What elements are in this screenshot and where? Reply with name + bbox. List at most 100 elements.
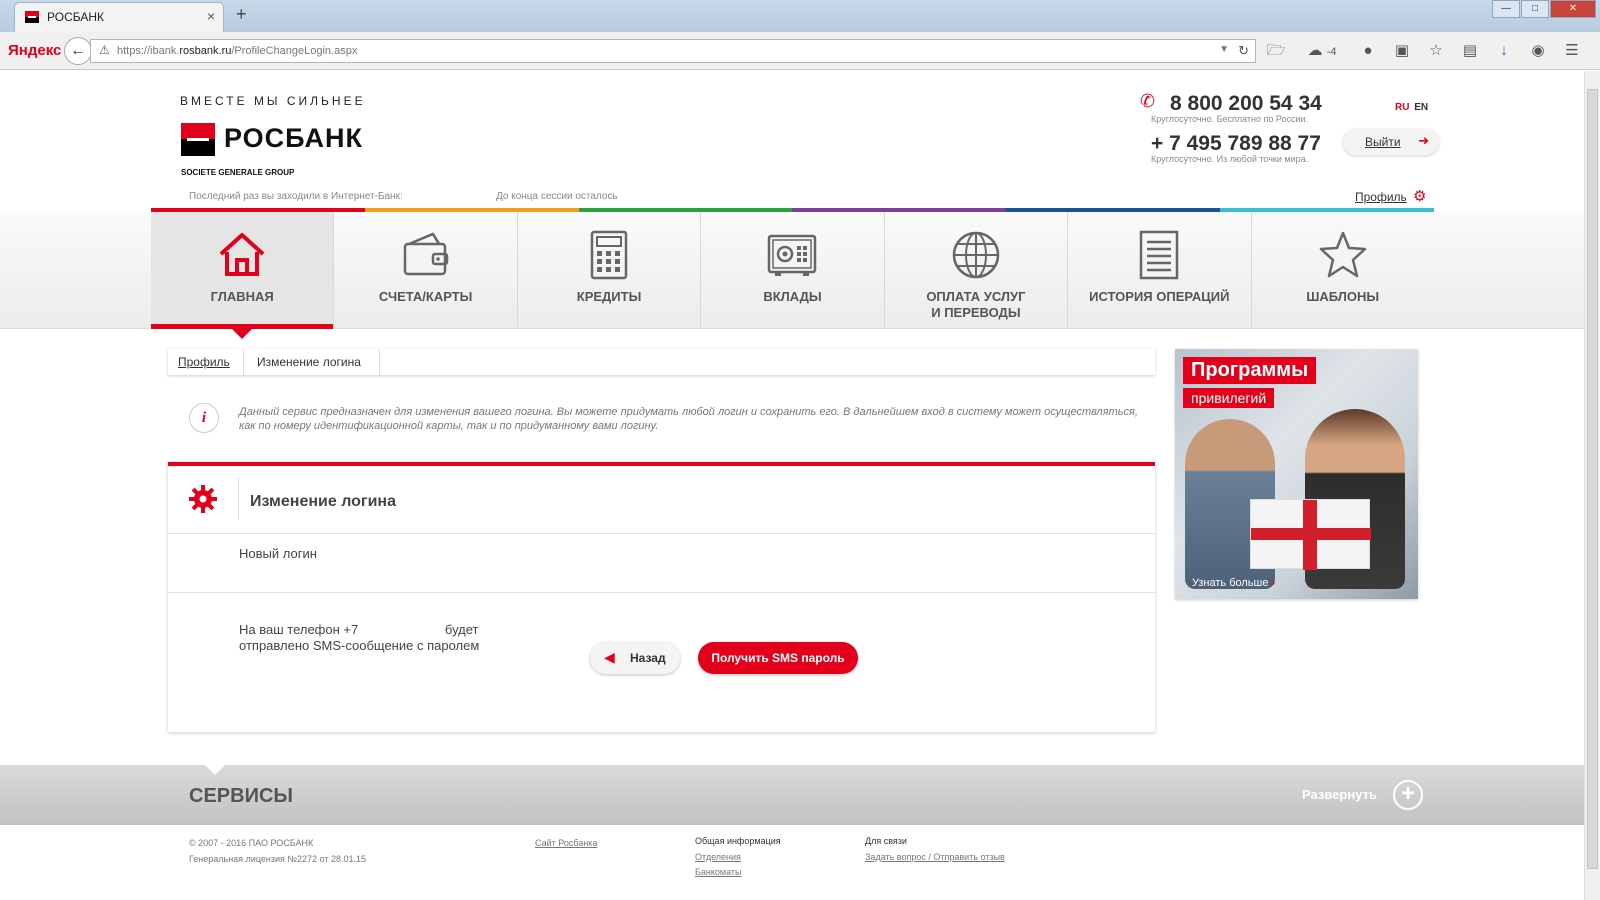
scrollbar-thumb[interactable] bbox=[1587, 89, 1598, 869]
bank-name[interactable]: РОСБАНК bbox=[224, 123, 363, 154]
coin-icon[interactable]: ● bbox=[1358, 41, 1378, 61]
language-switch: RU EN bbox=[1395, 102, 1428, 113]
phone-icon: ✆ bbox=[1140, 91, 1156, 111]
downloads-folder-icon[interactable]: 🗁 bbox=[1266, 41, 1286, 61]
menu-label-history: ИСТОРИЯ ОПЕРАЦИЙ bbox=[1089, 289, 1230, 304]
menu-label-deposits: ВКЛАДЫ bbox=[763, 289, 822, 304]
logout-label: Выйти bbox=[1365, 135, 1401, 149]
active-pointer bbox=[232, 329, 253, 339]
main-menu: ГЛАВНАЯ СЧЕТА/КАРТЫ КРЕДИТЫ ВКЛАДЫ ОПЛАТ… bbox=[151, 212, 1434, 339]
copyright: © 2007 - 2016 ПАО РОСБАНК Генеральная ли… bbox=[189, 835, 366, 867]
download-arrow-icon[interactable]: ↓ bbox=[1494, 41, 1514, 61]
reload-icon[interactable]: ↻ bbox=[1238, 43, 1249, 59]
profile-link[interactable]: Профиль bbox=[1355, 190, 1407, 204]
minimize-button[interactable]: — bbox=[1492, 0, 1520, 18]
get-sms-password-label: Получить SMS пароль bbox=[711, 651, 845, 665]
restore-button[interactable]: □ bbox=[1521, 0, 1549, 18]
menu-item-history[interactable]: ИСТОРИЯ ОПЕРАЦИЙ bbox=[1068, 212, 1252, 329]
tab-title: РОСБАНК bbox=[47, 10, 105, 24]
breadcrumb-profile[interactable]: Профиль bbox=[178, 355, 230, 369]
rosbank-logo-icon[interactable] bbox=[181, 123, 215, 156]
chevron-right-icon: › bbox=[1271, 577, 1276, 589]
menu-label-templates: ШАБЛОНЫ bbox=[1306, 289, 1380, 304]
url-text[interactable]: https://ibank.rosbank.ru/ProfileChangeLo… bbox=[117, 45, 357, 57]
footer-general-head: Общая информация bbox=[695, 836, 781, 846]
expand-link[interactable]: Развернуть bbox=[1302, 787, 1377, 802]
privileges-banner[interactable]: Программы привилегий Узнать больше › bbox=[1175, 349, 1418, 599]
lang-en[interactable]: EN bbox=[1414, 102, 1428, 113]
banner-more-link[interactable]: Узнать больше › bbox=[1192, 577, 1275, 589]
yandex-logo[interactable]: Яндекс bbox=[8, 42, 61, 59]
services-pointer bbox=[204, 764, 226, 775]
breadcrumb-current: Изменение логина bbox=[257, 355, 361, 369]
form-header-divider bbox=[238, 478, 239, 520]
window-controls: — □ ✕ bbox=[1491, 0, 1596, 18]
get-sms-password-button[interactable]: Получить SMS пароль bbox=[698, 642, 858, 674]
lang-ru[interactable]: RU bbox=[1395, 102, 1409, 113]
back-arrow-icon[interactable]: ← bbox=[64, 37, 92, 65]
last-visit-text: Последний раз вы заходили в Интернет-Бан… bbox=[189, 191, 403, 202]
info-icon: i bbox=[189, 403, 219, 433]
reader-icon[interactable]: ▤ bbox=[1460, 41, 1480, 61]
copyright-line2: Генеральная лицензия №2272 от 28.01.15 bbox=[189, 854, 367, 864]
menu-item-accounts[interactable]: СЧЕТА/КАРТЫ bbox=[334, 212, 518, 329]
footer-ask-link[interactable]: Задать вопрос / Отправить отзыв bbox=[865, 852, 1005, 862]
menu-icon[interactable]: ☰ bbox=[1562, 41, 1582, 61]
warning-icon[interactable]: ⚠ bbox=[99, 43, 110, 57]
bookmark-star-icon[interactable]: ☆ bbox=[1426, 41, 1446, 61]
banner-subtitle: привилегий bbox=[1183, 388, 1275, 408]
menu-item-home[interactable]: ГЛАВНАЯ bbox=[151, 212, 335, 339]
change-login-form: Изменение логина Новый логин На ваш теле… bbox=[168, 462, 1155, 732]
url-domain: rosbank.ru bbox=[179, 45, 232, 57]
url-path: /ProfileChangeLogin.aspx bbox=[231, 45, 358, 57]
menu-item-payments[interactable]: ОПЛАТА УСЛУГ И ПЕРЕВОДЫ bbox=[885, 212, 1069, 329]
footer-branches-link[interactable]: Отделения bbox=[695, 852, 741, 862]
footer-contact-head: Для связи bbox=[865, 836, 907, 846]
safe-icon bbox=[768, 234, 817, 276]
phone-number-2: + 7 495 789 88 77 bbox=[1151, 132, 1321, 155]
menu-item-deposits[interactable]: ВКЛАДЫ bbox=[701, 212, 885, 329]
gear-icon bbox=[189, 485, 217, 513]
back-button[interactable]: ◀ Назад bbox=[590, 642, 680, 674]
phone-number-1: 8 800 200 54 34 bbox=[1170, 92, 1322, 115]
vertical-scrollbar[interactable] bbox=[1584, 71, 1600, 900]
footer: © 2007 - 2016 ПАО РОСБАНК Генеральная ли… bbox=[0, 825, 1584, 900]
footer-site-link[interactable]: Сайт Росбанка bbox=[535, 838, 597, 848]
extension-icon[interactable]: ▣ bbox=[1392, 41, 1412, 61]
breadcrumb-separator bbox=[370, 349, 380, 375]
browser-tab[interactable]: РОСБАНК × bbox=[14, 2, 224, 32]
gear-icon[interactable]: ⚙ bbox=[1413, 187, 1426, 205]
browser-nav-bar: Яндекс ← ⚠ https://ibank.rosbank.ru/Prof… bbox=[0, 32, 1600, 70]
weather-icon[interactable]: ☁ -4 bbox=[1300, 41, 1344, 61]
rosbank-favicon bbox=[25, 11, 39, 23]
close-window-button[interactable]: ✕ bbox=[1550, 0, 1596, 18]
back-arrow-icon: ◀ bbox=[604, 649, 615, 665]
new-tab-button[interactable]: + bbox=[236, 4, 247, 25]
footer-atms-link[interactable]: Банкоматы bbox=[695, 867, 742, 877]
breadcrumb-separator bbox=[234, 349, 244, 375]
dropdown-icon[interactable]: ▼ bbox=[1219, 44, 1229, 55]
copyright-line1: © 2007 - 2016 ПАО РОСБАНК bbox=[189, 838, 314, 848]
session-text: До конца сессии осталось bbox=[496, 191, 618, 202]
form-title: Изменение логина bbox=[250, 493, 396, 510]
logout-button[interactable]: Выйти ➜ bbox=[1343, 129, 1439, 155]
plus-icon[interactable]: + bbox=[1393, 780, 1423, 810]
menu-label-payments: ОПЛАТА УСЛУГ И ПЕРЕВОДЫ bbox=[926, 289, 1026, 320]
banner-title: Программы bbox=[1183, 357, 1317, 384]
close-tab-icon[interactable]: × bbox=[207, 8, 215, 24]
menu-item-templates[interactable]: ШАБЛОНЫ bbox=[1252, 212, 1434, 329]
globe-icon bbox=[952, 231, 1000, 279]
slogan: ВМЕСТЕ МЫ СИЛЬНЕЕ bbox=[180, 94, 366, 108]
chat-icon[interactable]: ◉ bbox=[1528, 41, 1548, 61]
info-text: Данный сервис предназначен для изменения… bbox=[239, 406, 1138, 432]
menu-label-accounts: СЧЕТА/КАРТЫ bbox=[378, 289, 473, 304]
divider bbox=[168, 592, 1155, 593]
address-bar[interactable]: ⚠ https://ibank.rosbank.ru/ProfileChange… bbox=[90, 39, 1256, 63]
sms-notice-line1: На ваш телефон +7 будет bbox=[239, 622, 479, 637]
services-title: СЕРВИСЫ bbox=[189, 785, 293, 807]
menu-item-credits[interactable]: КРЕДИТЫ bbox=[518, 212, 702, 329]
phone-note-2: Круглосуточно. Из любой точки мира. bbox=[1151, 154, 1309, 164]
services-bar: СЕРВИСЫ Развернуть + bbox=[0, 764, 1584, 825]
calculator-icon bbox=[590, 230, 628, 280]
back-label: Назад bbox=[630, 651, 666, 665]
